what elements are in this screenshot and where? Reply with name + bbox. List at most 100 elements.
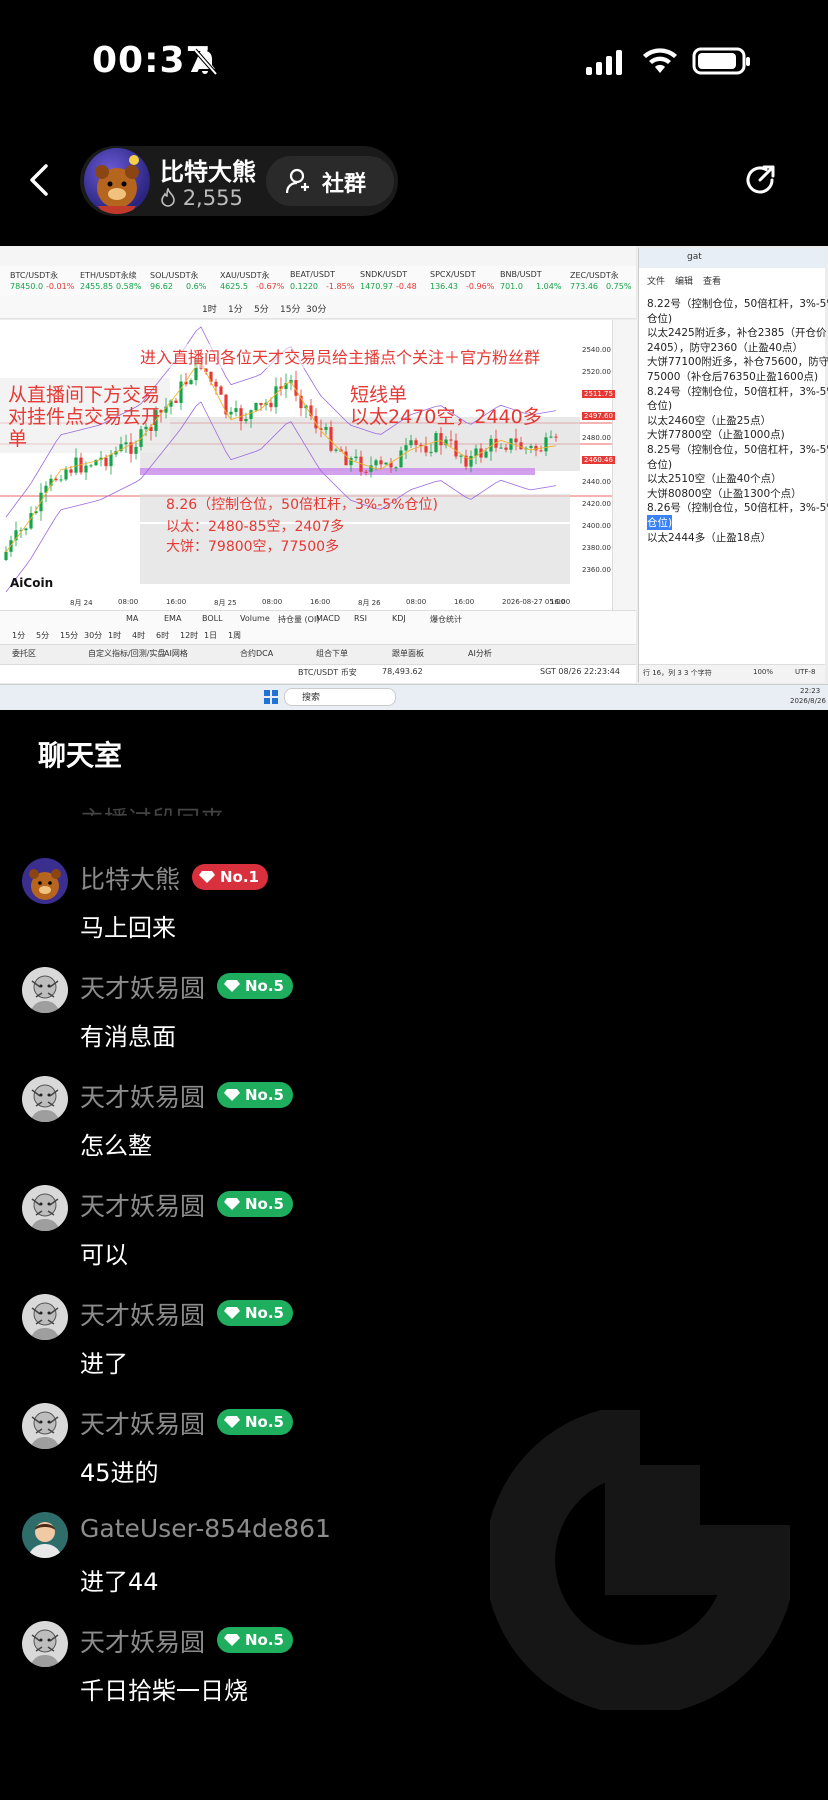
interval-tab[interactable]: 1周	[228, 630, 241, 641]
panel-tab[interactable]: 合约DCA	[240, 648, 273, 659]
live-video-stream[interactable]: 进入直播间各位天才交易员给主播点个关注＋官方粉丝群 从直播间下方交易 对挂件点交…	[0, 246, 828, 710]
panel-tab[interactable]: 自定义指标/回测/实盘	[88, 648, 165, 659]
community-user-icon	[286, 168, 309, 194]
ticker-name[interactable]: SOL/USDT永	[150, 270, 199, 281]
ticker-change: 0.58%	[116, 282, 142, 291]
indicator-tab[interactable]: 爆仓统计	[430, 614, 462, 625]
interval-tab[interactable]: 6时	[156, 630, 169, 641]
timeframe-tab[interactable]: 1分	[228, 302, 243, 315]
interval-tab[interactable]: 30分	[84, 630, 102, 641]
price-tick: 2460.46	[582, 456, 615, 464]
interval-tab[interactable]: 4时	[132, 630, 145, 641]
interval-tab[interactable]: 5分	[36, 630, 49, 641]
candle-body	[329, 427, 333, 451]
candle-body	[554, 436, 558, 438]
indicator-tab[interactable]: Volume	[240, 614, 270, 623]
ticker-name[interactable]: BNB/USDT	[500, 270, 542, 279]
panel-tab[interactable]: AI网格	[164, 648, 188, 659]
chat-username[interactable]: 天才妖易圆	[80, 1623, 205, 1659]
chat-username[interactable]: 天才妖易圆	[80, 1187, 205, 1223]
overlay-left-line3: 单	[8, 428, 28, 450]
chat-avatar[interactable]	[22, 1621, 68, 1667]
indicator-tab[interactable]: RSI	[354, 614, 367, 623]
notepad-menu-item[interactable]: 查看	[703, 274, 721, 287]
notepad-window[interactable]: gat 行 16，列 3 3 个字符 100% UTF-8 文件 编辑 查看 8.22…	[638, 248, 828, 683]
price-tick: 2497.60	[582, 412, 615, 420]
interval-tab[interactable]: 1分	[12, 630, 25, 641]
indicator-tab[interactable]: MACD	[316, 614, 340, 623]
chat-message-text: 千日拾柴一日烧	[80, 1677, 248, 1705]
timeframe-tab[interactable]: 30分	[306, 302, 326, 315]
indicator-tab[interactable]: EMA	[164, 614, 181, 623]
ticker-name[interactable]: ETH/USDT永续	[80, 270, 137, 281]
candle-body	[234, 408, 238, 412]
overlay-short-detail: 以太2470空，2440多	[350, 406, 542, 428]
ticker-name[interactable]: SNDK/USDT	[360, 270, 407, 279]
date-tick: 16:00	[310, 598, 331, 606]
share-icon[interactable]	[742, 162, 778, 198]
candle-body	[174, 400, 178, 403]
candle-body	[189, 380, 193, 385]
taskbar-search-box[interactable]	[284, 688, 396, 706]
candle-body	[484, 451, 488, 458]
ticker-price: 2455.85	[80, 282, 114, 291]
back-chevron-icon[interactable]	[26, 160, 52, 200]
chat-avatar[interactable]	[22, 1512, 68, 1558]
chat-avatar[interactable]	[22, 1076, 68, 1122]
timeframe-tab[interactable]: 15分	[280, 302, 300, 315]
ticker-name[interactable]: XAU/USDT永	[220, 270, 269, 281]
notepad-line: 大饼80800空（止盈1300个点）	[647, 487, 802, 500]
notepad-line: 8.25号（控制仓位，50倍杠杆，3%-5%	[647, 444, 828, 456]
overlay-826-plan: 8.26（控制仓位，50倍杠杆，3%-5%仓位)	[166, 497, 438, 513]
panel-tab[interactable]: 委托区	[12, 648, 36, 659]
timeframe-tab[interactable]: 1时	[202, 302, 217, 315]
panel-tab[interactable]: 组合下单	[316, 648, 348, 659]
indicator-tab[interactable]: BOLL	[202, 614, 223, 623]
indicator-tab[interactable]: MA	[126, 614, 138, 623]
candle-body	[374, 460, 378, 466]
notepad-line: 大饼77800空（止盈1000点)	[647, 429, 785, 442]
host-avatar[interactable]	[84, 148, 150, 214]
candle-body	[64, 469, 68, 480]
candle-body	[214, 381, 218, 387]
ticker-change: -0.96%	[466, 282, 495, 291]
notepad-menu-item[interactable]: 文件	[647, 274, 665, 287]
chat-username[interactable]: 天才妖易圆	[80, 1296, 205, 1332]
interval-tab[interactable]: 15分	[60, 630, 78, 641]
ticker-name[interactable]: ZEC/USDT永	[570, 270, 619, 281]
chat-avatar[interactable]	[22, 1403, 68, 1449]
notepad-tab[interactable]: gat	[687, 252, 702, 262]
interval-tab[interactable]: 12时	[180, 630, 198, 641]
diamond-icon	[224, 980, 240, 992]
chat-username[interactable]: 比特大熊	[80, 860, 180, 896]
chat-avatar[interactable]	[22, 967, 68, 1013]
interval-tab[interactable]: 1日	[204, 630, 217, 641]
diamond-icon	[199, 871, 215, 883]
chat-avatar[interactable]	[22, 1185, 68, 1231]
chat-avatar[interactable]	[22, 1294, 68, 1340]
chat-avatar[interactable]	[22, 858, 68, 904]
candle-body	[544, 437, 548, 452]
chat-username[interactable]: 天才妖易圆	[80, 969, 205, 1005]
ticker-name[interactable]: BTC/USDT永	[10, 270, 58, 281]
notepad-menu-item[interactable]: 编辑	[675, 274, 693, 287]
panel-tab[interactable]: 跟单面板	[392, 648, 424, 659]
ticker-name[interactable]: SPCX/USDT	[430, 270, 476, 279]
rank-badge-label: No.5	[245, 1631, 284, 1649]
price-tick: 2511.75	[582, 390, 615, 398]
indicator-tab[interactable]: 持仓量 (OI)	[278, 614, 319, 625]
candle-body	[434, 433, 438, 452]
panel-tab[interactable]: AI分析	[468, 648, 492, 659]
chat-username[interactable]: 天才妖易圆	[80, 1405, 205, 1441]
timeframe-tab[interactable]: 5分	[254, 302, 269, 315]
candle-body	[229, 411, 233, 415]
indicator-tab[interactable]: KDJ	[392, 614, 406, 623]
ticker-name[interactable]: BEAT/USDT	[290, 270, 335, 279]
rank-badge-label: No.5	[245, 1195, 284, 1213]
chat-username[interactable]: GateUser-854de861	[80, 1514, 331, 1543]
interval-tab[interactable]: 1时	[108, 630, 121, 641]
windows-start-icon[interactable]	[264, 690, 278, 704]
battery-icon	[692, 47, 750, 75]
chat-username[interactable]: 天才妖易圆	[80, 1078, 205, 1114]
overlay-follow-banner: 进入直播间各位天才交易员给主播点个关注＋官方粉丝群	[140, 344, 541, 368]
